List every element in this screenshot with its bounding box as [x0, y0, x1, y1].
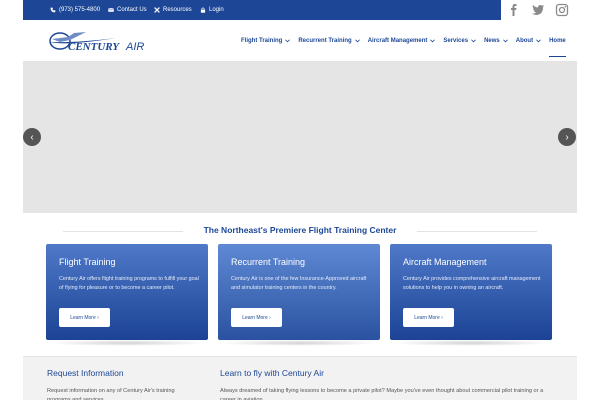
- nav-item-flight-training[interactable]: Flight Training: [241, 38, 291, 44]
- slider-prev-button[interactable]: ‹: [23, 128, 41, 146]
- nav-label: Recurrent Training: [298, 38, 352, 44]
- heading-rule-right: [417, 231, 537, 232]
- section-heading: The Northeast's Premiere Flight Training…: [23, 225, 577, 235]
- login-link[interactable]: Login: [200, 0, 224, 20]
- chevron-down-icon: [502, 39, 508, 43]
- chevron-down-icon: [471, 39, 476, 43]
- section-title: The Northeast's Premiere Flight Training…: [203, 225, 397, 235]
- card-text: Century Air is one of the few Insurance-…: [231, 276, 367, 291]
- nav-item-home[interactable]: Home: [549, 34, 566, 57]
- learn-to-fly-title: Learn to fly with Century Air: [220, 368, 324, 378]
- chevron-down-icon: [536, 39, 541, 43]
- section-divider: [23, 356, 577, 357]
- century-air-logo[interactable]: CENTURY AIR: [46, 26, 156, 56]
- chevron-down-icon: [285, 39, 291, 43]
- learn-more-button[interactable]: Learn More ›: [403, 308, 454, 327]
- login-text: Login: [209, 7, 224, 13]
- slider-next-button[interactable]: ›: [558, 128, 576, 146]
- lock-icon: [200, 7, 206, 13]
- envelope-icon: [108, 8, 114, 12]
- card-title: Flight Training: [59, 257, 116, 267]
- phone-icon: [50, 7, 56, 13]
- nav-item-services[interactable]: Services: [443, 38, 476, 44]
- card-shadow: [218, 340, 380, 346]
- phone-text: (973) 575-4800: [59, 7, 101, 13]
- chevron-right-icon: ›: [565, 131, 569, 143]
- card-title: Aircraft Management: [403, 257, 487, 267]
- nav-label: About: [515, 38, 534, 44]
- contact-link[interactable]: Contact Us: [108, 0, 147, 20]
- top-bar: (973) 575-4800 Contact Us Resources Logi…: [23, 0, 577, 20]
- phone-link[interactable]: (973) 575-4800: [50, 0, 100, 20]
- chevron-left-icon: ‹: [30, 131, 34, 143]
- request-info-text: Request information on any of Century Ai…: [47, 388, 175, 400]
- card-aircraft-management: Aircraft Management Century Air provides…: [390, 244, 552, 340]
- heading-rule-left: [63, 231, 183, 232]
- bottom-section: Request Information Request information …: [23, 356, 577, 400]
- logo-graphic: CENTURY AIR: [49, 32, 144, 53]
- card-shadow: [46, 340, 208, 346]
- social-links: [501, 0, 577, 20]
- learn-more-button[interactable]: Learn More ›: [59, 308, 110, 327]
- nav-label: News: [484, 38, 500, 44]
- nav-item-news[interactable]: News: [484, 38, 508, 44]
- page: (973) 575-4800 Contact Us Resources Logi…: [23, 0, 577, 400]
- nav-item-about[interactable]: About: [516, 38, 541, 44]
- card-recurrent-training: Recurrent Training Century Air is one of…: [218, 244, 380, 340]
- card-shadow: [390, 340, 552, 346]
- header: CENTURY AIR Flight Training Recurrent Tr…: [23, 20, 577, 62]
- learn-more-button[interactable]: Learn More ›: [231, 308, 282, 327]
- learn-to-fly-text: Always dreamed of taking flying lessons …: [220, 388, 544, 400]
- nav-label: Services: [443, 38, 469, 44]
- twitter-icon[interactable]: [531, 3, 545, 17]
- nav-label: Aircraft Management: [367, 38, 428, 44]
- resources-text: Resources: [163, 7, 192, 13]
- logo-text-century: CENTURY: [68, 41, 120, 53]
- card-title: Recurrent Training: [231, 257, 306, 267]
- facebook-icon[interactable]: [507, 3, 521, 17]
- tools-icon: [154, 7, 160, 13]
- chevron-down-icon: [430, 39, 436, 43]
- nav-item-aircraft-management[interactable]: Aircraft Management: [368, 38, 436, 44]
- card-flight-training: Flight Training Century Air offers fligh…: [46, 244, 208, 340]
- main-nav: Flight Training Recurrent Training Aircr…: [241, 20, 574, 62]
- resources-link[interactable]: Resources: [154, 0, 192, 20]
- contact-text: Contact Us: [117, 7, 147, 13]
- card-text: Century Air offers flight training progr…: [59, 276, 199, 291]
- chevron-down-icon: [354, 39, 360, 43]
- instagram-icon[interactable]: [555, 3, 569, 17]
- nav-label: Flight Training: [241, 38, 283, 44]
- hero-slider: [23, 62, 577, 213]
- request-info-title: Request Information: [47, 368, 124, 378]
- nav-label-home: Home: [549, 38, 566, 44]
- card-text: Century Air provides comprehensive aircr…: [403, 276, 541, 291]
- logo-text-air: AIR: [125, 41, 144, 53]
- nav-item-recurrent-training[interactable]: Recurrent Training: [298, 38, 360, 44]
